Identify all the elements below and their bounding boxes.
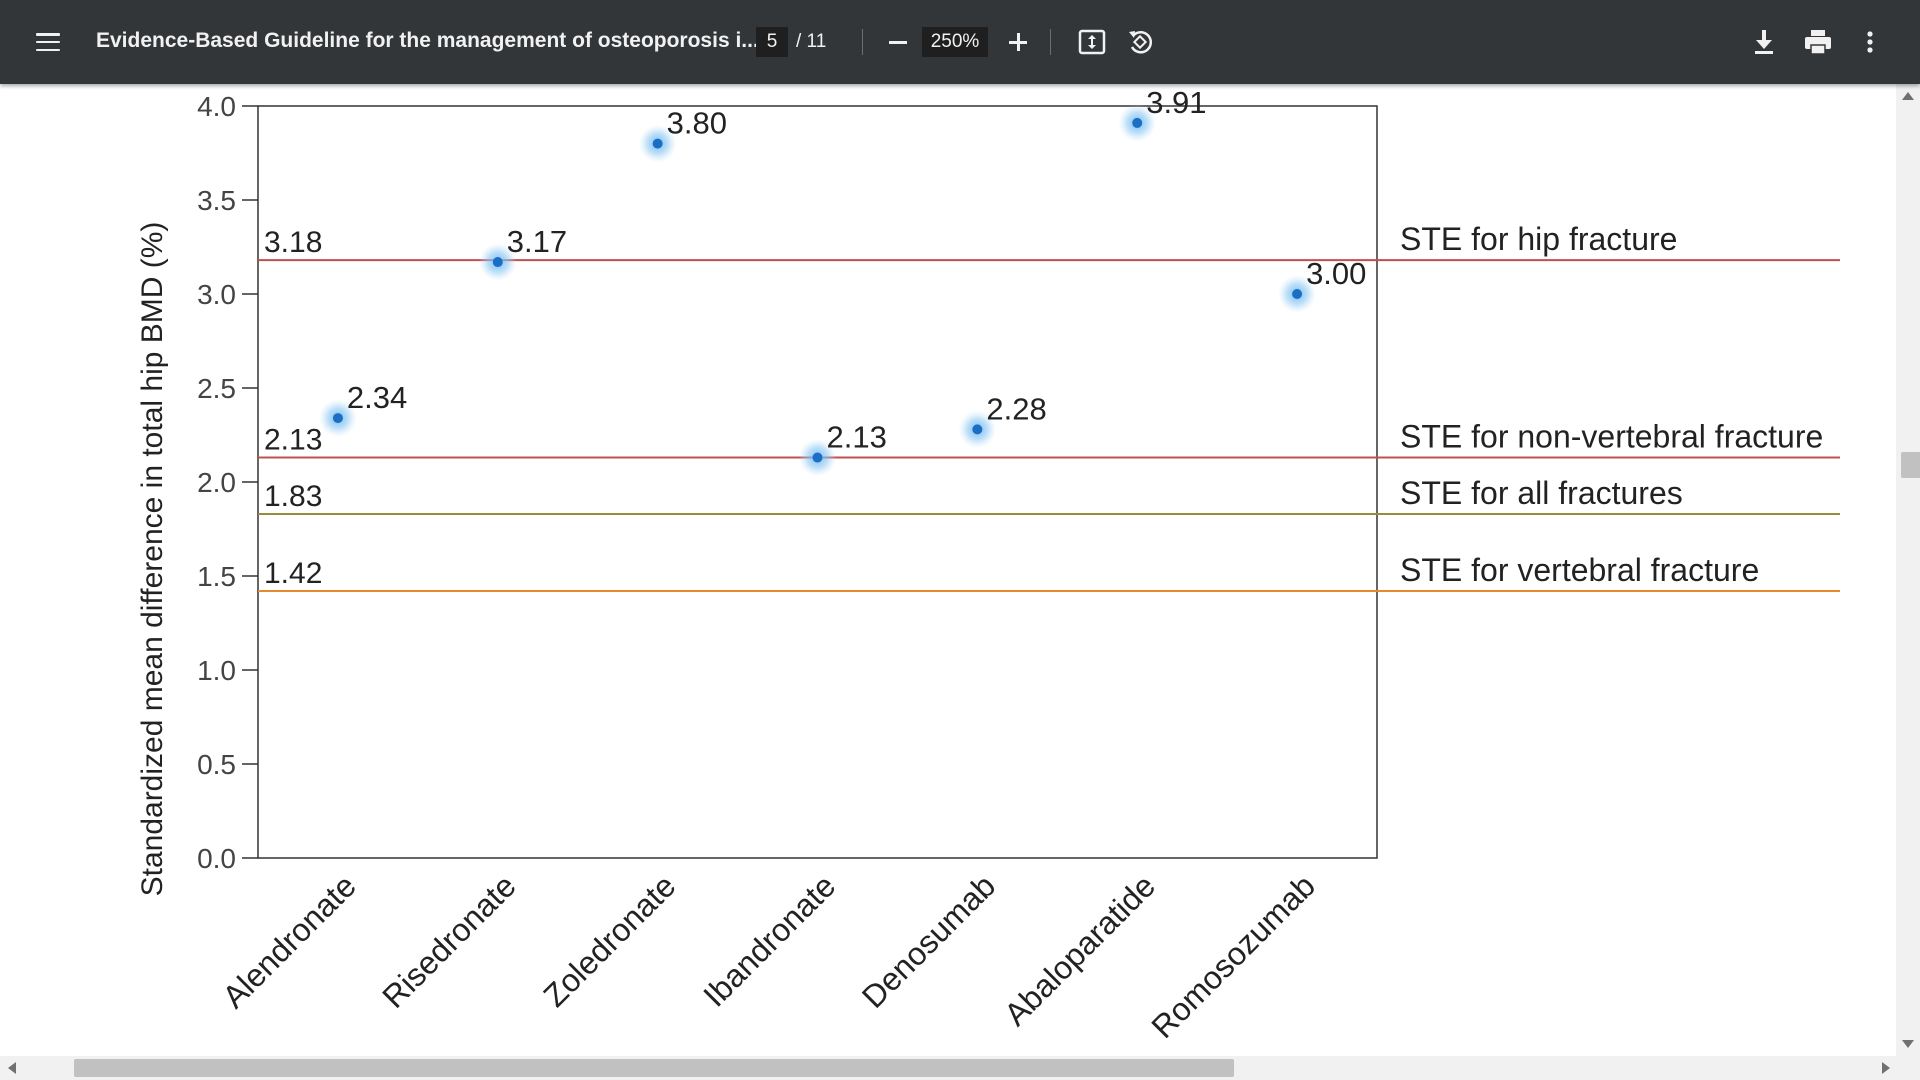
reference-line-value: 1.42 xyxy=(264,557,322,590)
y-tick-label: 3.5 xyxy=(197,185,236,216)
y-tick-label: 2.5 xyxy=(197,373,236,404)
scroll-down-arrow[interactable] xyxy=(1902,1040,1914,1048)
x-category-label: Abaloparatide xyxy=(997,867,1162,1032)
y-axis-label: Standardized mean difference in total hi… xyxy=(136,222,169,897)
reference-line-name: STE for vertebral fracture xyxy=(1400,552,1759,588)
data-point xyxy=(332,413,343,424)
data-label: 3.00 xyxy=(1306,256,1366,291)
plot-frame xyxy=(257,105,1378,859)
document-title: Evidence-Based Guideline for the managem… xyxy=(96,29,759,52)
vertical-scrollbar[interactable] xyxy=(1896,84,1920,1056)
download-icon[interactable] xyxy=(1742,20,1786,64)
data-label: 2.28 xyxy=(986,391,1046,426)
x-category-label: Romosozumab xyxy=(1144,867,1322,1045)
zoom-in-button[interactable] xyxy=(998,22,1038,62)
scroll-right-arrow[interactable] xyxy=(1882,1062,1890,1074)
zoom-out-button[interactable] xyxy=(878,22,918,62)
x-category-label: Ibandronate xyxy=(696,867,842,1013)
data-label: 3.17 xyxy=(507,224,567,259)
x-category-label: Denosumab xyxy=(855,867,1002,1014)
pdf-toolbar: Evidence-Based Guideline for the managem… xyxy=(0,0,1920,84)
data-point xyxy=(972,424,983,435)
page-total: / 11 xyxy=(796,31,827,52)
reference-line-name: STE for non-vertebral fracture xyxy=(1400,419,1823,455)
fit-page-icon[interactable] xyxy=(1070,20,1114,64)
data-label: 2.13 xyxy=(827,420,887,455)
y-tick-label: 2.0 xyxy=(197,467,236,498)
chart-figure: Standardized mean difference in total hi… xyxy=(136,85,1840,1045)
reference-line-value: 2.13 xyxy=(264,424,322,457)
reference-line-name: STE for hip fracture xyxy=(1400,221,1677,257)
reference-line-value: 3.18 xyxy=(264,226,322,259)
y-tick-label: 0.0 xyxy=(197,843,236,874)
vertical-scrollbar-thumb[interactable] xyxy=(1901,452,1920,478)
y-tick-label: 4.0 xyxy=(197,91,236,122)
y-tick-label: 1.5 xyxy=(197,561,236,592)
x-category-label: Zoledronate xyxy=(536,867,682,1013)
data-point xyxy=(1132,117,1143,128)
data-label: 3.91 xyxy=(1146,85,1206,120)
y-tick-label: 1.0 xyxy=(197,655,236,686)
data-point xyxy=(492,257,503,268)
page-number-input[interactable] xyxy=(756,27,788,57)
print-icon[interactable] xyxy=(1796,20,1840,64)
scroll-up-arrow[interactable] xyxy=(1902,92,1914,100)
more-options-icon[interactable] xyxy=(1848,20,1892,64)
data-point xyxy=(812,452,823,463)
scroll-left-arrow[interactable] xyxy=(8,1062,16,1074)
data-label: 2.34 xyxy=(347,380,407,415)
zoom-level-input[interactable] xyxy=(922,27,988,57)
toolbar-divider xyxy=(1050,29,1051,55)
x-category-label: Risedronate xyxy=(375,867,522,1014)
rotate-icon[interactable] xyxy=(1118,20,1162,64)
menu-icon[interactable] xyxy=(28,22,68,62)
data-point xyxy=(652,138,663,149)
x-category-label: Alendronate xyxy=(215,867,362,1014)
y-tick-label: 0.5 xyxy=(197,749,236,780)
reference-line-value: 1.83 xyxy=(264,480,322,513)
y-tick-label: 3.0 xyxy=(197,279,236,310)
horizontal-scrollbar-thumb[interactable] xyxy=(74,1059,1234,1077)
data-label: 3.80 xyxy=(667,106,727,141)
data-point xyxy=(1292,289,1303,299)
document-viewer[interactable]: Standardized mean difference in total hi… xyxy=(0,84,1896,1056)
reference-line-name: STE for all fractures xyxy=(1400,475,1683,511)
toolbar-divider xyxy=(862,29,863,55)
